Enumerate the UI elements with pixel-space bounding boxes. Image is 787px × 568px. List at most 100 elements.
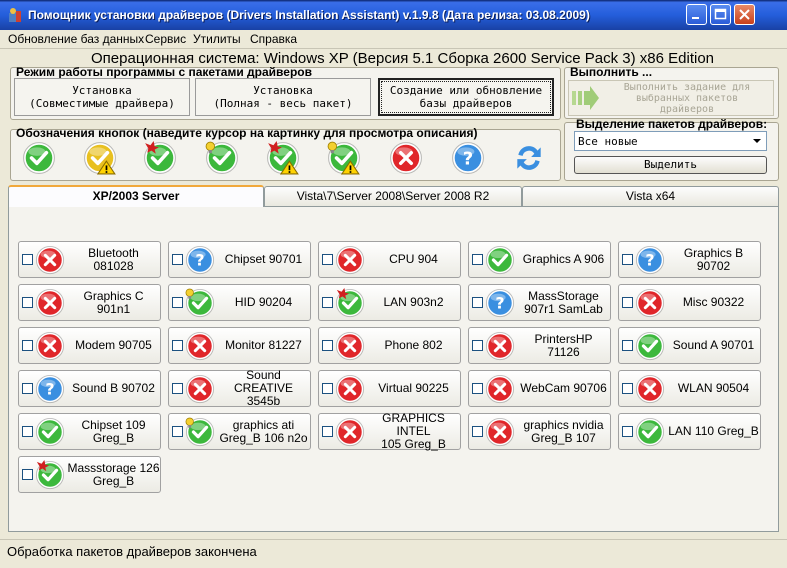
driver-package-button[interactable]: HID 90204 [168,284,311,321]
driver-package-button[interactable]: WLAN 90504 [618,370,761,407]
run-task-label: Выполнить задание для выбранных пакетов … [601,82,773,115]
driver-package-button[interactable]: Phone 802 [318,327,461,364]
minimize-button[interactable] [686,4,707,25]
driver-package-button[interactable]: ? Graphics B 90702 [618,241,761,278]
driver-package-checkbox[interactable] [172,383,183,394]
driver-package-button[interactable]: graphics nvidia Greg_B 107 [468,413,611,450]
selection-filter-select[interactable]: Все новые [574,131,767,151]
driver-package-label: PrintersHP 71126 [517,328,610,363]
driver-package-checkbox[interactable] [472,340,483,351]
driver-package-button[interactable]: Monitor 81227 [168,327,311,364]
driver-package-button[interactable]: Graphics C 901n1 [18,284,161,321]
driver-package-button[interactable]: Chipset 109 Greg_B [18,413,161,450]
tab-xp-2003[interactable]: XP/2003 Server [8,185,264,207]
driver-package-checkbox[interactable] [322,297,333,308]
driver-package-button[interactable]: graphics ati Greg_B 106 n2o [168,413,311,450]
driver-package-button[interactable]: CPU 904 [318,241,461,278]
chevron-down-icon[interactable] [749,133,765,149]
install-compatible-button[interactable]: Установка (Совместимые драйвера) [14,78,190,116]
driver-package-checkbox[interactable] [22,254,33,265]
driver-package-checkbox[interactable] [472,383,483,394]
driver-package-label: Misc 90322 [667,285,760,320]
driver-package-checkbox[interactable] [22,469,33,480]
refresh-icon[interactable] [512,141,546,175]
driver-package-button[interactable]: LAN 903n2 [318,284,461,321]
question-icon[interactable]: ? [451,141,485,175]
driver-package-label: Sound B 90702 [67,371,160,406]
driver-package-button[interactable]: WebCam 90706 [468,370,611,407]
driver-package-checkbox[interactable] [472,254,483,265]
driver-package-button[interactable]: Massstorage 126 Greg_B [18,456,161,493]
driver-package-checkbox[interactable] [622,426,633,437]
driver-package-name: Modem 90705 [75,338,152,352]
new-check-icon[interactable] [143,141,177,175]
new-warning-check-icon[interactable] [266,141,300,175]
driver-package-checkbox[interactable] [622,383,633,394]
driver-package-checkbox[interactable] [172,254,183,265]
driver-package-label: Chipset 90701 [217,242,310,277]
error-icon[interactable] [389,141,423,175]
driver-package-checkbox[interactable] [322,340,333,351]
warning-check-icon[interactable] [83,141,117,175]
driver-package-button[interactable]: GRAPHICS INTEL 105 Greg_B [318,412,461,451]
select-button[interactable]: Выделить [574,156,767,174]
driver-package-button[interactable]: LAN 110 Greg_B [618,413,761,450]
maximize-button[interactable] [710,4,731,25]
driver-package-button[interactable]: Modem 90705 [18,327,161,364]
driver-package-button[interactable]: Graphics A 906 [468,241,611,278]
driver-package-checkbox[interactable] [322,254,333,265]
driver-package-checkbox[interactable] [322,426,333,437]
driver-package-checkbox[interactable] [622,297,633,308]
driver-package-checkbox[interactable] [622,254,633,265]
driver-package-checkbox[interactable] [472,426,483,437]
driver-package-checkbox[interactable] [22,426,33,437]
check-icon [635,331,665,361]
create-db-line1: Создание или обновление [389,84,543,97]
menu-utilities[interactable]: Утилиты [193,32,241,46]
tab-vista-7[interactable]: Vista\7\Server 2008\Server 2008 R2 [264,186,522,206]
tab-vista-x64[interactable]: Vista x64 [522,186,779,206]
driver-package-name: Graphics B 90702 [683,245,744,273]
create-db-line2: базы драйверов [419,97,513,110]
driver-package-button[interactable]: PrintersHP 71126 [468,327,611,364]
driver-package-button[interactable]: Sound CREATIVE 3545b [168,369,311,408]
bulb-check-icon[interactable] [205,141,239,175]
driver-package-checkbox[interactable] [622,340,633,351]
driver-package-button[interactable]: ? Chipset 90701 [168,241,311,278]
close-button[interactable] [734,4,755,25]
driver-package-button[interactable]: ? Sound B 90702 [18,370,161,407]
menu-service[interactable]: Сервис [145,32,186,46]
driver-package-name-line2: 105 Greg_B [381,437,446,451]
legend-group-title: Обозначения кнопок (наведите курсор на к… [16,126,478,140]
driver-package-name: graphics ati [232,417,295,432]
menu-bar: Обновление баз данных Сервис Утилиты Спр… [0,30,787,49]
install-full-button[interactable]: Установка (Полная - весь пакет) [195,78,371,116]
question-icon: ? [635,245,665,275]
maximize-icon [714,8,727,20]
menu-help[interactable]: Справка [250,32,297,46]
driver-package-checkbox[interactable] [322,383,333,394]
menu-update-db[interactable]: Обновление баз данных [8,32,144,46]
driver-package-checkbox[interactable] [22,297,33,308]
driver-package-name: Chipset 90701 [224,252,303,266]
driver-package-name: Virtual 90225 [378,381,449,395]
bulb-warning-check-icon[interactable] [327,141,361,175]
status-text: Обработка пакетов драйверов закончена [7,544,257,559]
error-icon [185,374,215,404]
driver-package-button[interactable]: ? MassStorage 907r1 SamLab [468,284,611,321]
run-task-button[interactable]: Выполнить задание для выбранных пакетов … [568,80,774,116]
create-update-db-button[interactable]: Создание или обновление базы драйверов [378,78,554,116]
driver-package-checkbox[interactable] [172,340,183,351]
check-icon[interactable] [22,141,56,175]
driver-package-checkbox[interactable] [172,297,183,308]
driver-package-checkbox[interactable] [472,297,483,308]
driver-package-checkbox[interactable] [22,340,33,351]
driver-package-name: Massstorage 126 [67,460,160,475]
driver-package-button[interactable]: Virtual 90225 [318,370,461,407]
driver-package-checkbox[interactable] [22,383,33,394]
driver-package-checkbox[interactable] [172,426,183,437]
error-icon [35,245,65,275]
driver-package-button[interactable]: Misc 90322 [618,284,761,321]
driver-package-button[interactable]: Sound A 90701 [618,327,761,364]
driver-package-button[interactable]: Bluetooth 081028 [18,241,161,278]
